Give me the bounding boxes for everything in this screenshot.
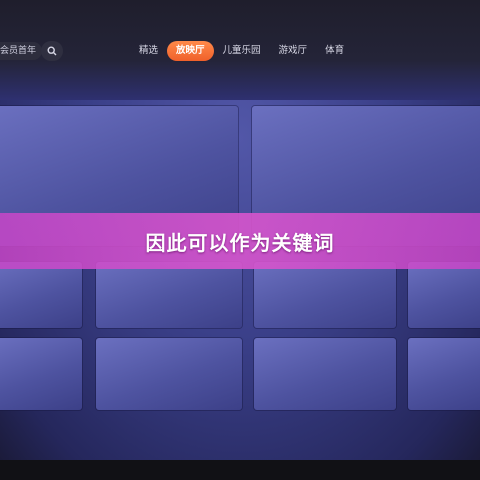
- content-tile[interactable]: [0, 262, 82, 328]
- screen-bezel: [0, 460, 480, 480]
- tab-games[interactable]: 游戏厅: [270, 41, 317, 61]
- tab-kids[interactable]: 儿童乐园: [214, 41, 270, 61]
- tab-featured[interactable]: 精选: [130, 41, 167, 61]
- category-tabs: 精选 放映厅 儿童乐园 游戏厅 体育: [130, 41, 353, 61]
- content-tile[interactable]: [408, 338, 480, 410]
- content-tile[interactable]: [254, 338, 396, 410]
- search-icon: [47, 46, 57, 56]
- member-promo-button[interactable]: 会员首年: [0, 42, 43, 60]
- caption-banner: 因此可以作为关键词: [0, 213, 480, 269]
- content-tile[interactable]: [96, 338, 242, 410]
- content-tile[interactable]: [408, 262, 480, 328]
- content-tile[interactable]: [96, 262, 242, 328]
- caption-text: 因此可以作为关键词: [145, 230, 335, 255]
- member-promo-label: 会员首年: [0, 46, 37, 56]
- content-tile[interactable]: [254, 262, 396, 328]
- top-navigation-bar: 会员首年 精选 放映厅 儿童乐园 游戏厅 体育: [0, 0, 480, 100]
- tab-sports[interactable]: 体育: [316, 41, 353, 61]
- tab-cinema[interactable]: 放映厅: [167, 41, 214, 61]
- search-button[interactable]: [41, 41, 63, 61]
- content-tile[interactable]: [0, 338, 82, 410]
